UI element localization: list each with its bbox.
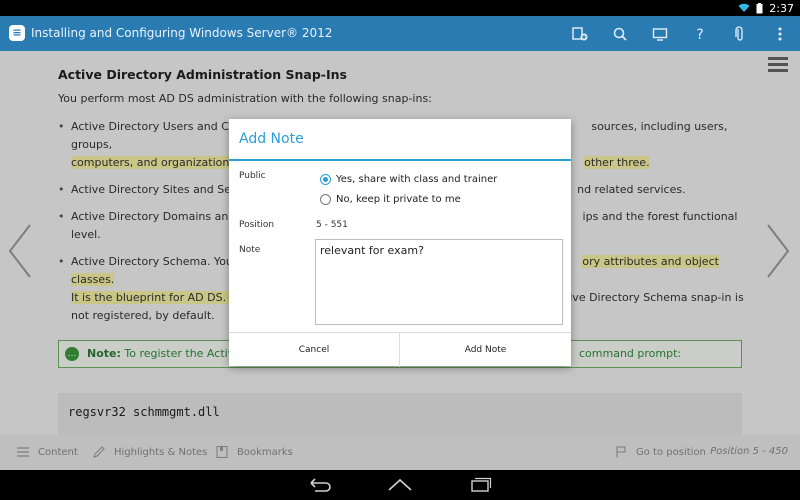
battery-icon [756, 2, 763, 13]
position-value: 5 - 551 [316, 220, 348, 230]
dialog-title-divider [229, 159, 571, 161]
cast-screen-icon[interactable] [651, 25, 669, 43]
add-note-button[interactable]: Add Note [400, 333, 571, 367]
status-icons: 2:37 [738, 0, 794, 16]
app-bar: ≡ Installing and Configuring Windows Ser… [0, 16, 800, 51]
search-icon[interactable] [611, 25, 629, 43]
radio-unselected-icon[interactable] [320, 194, 331, 205]
back-icon[interactable] [307, 476, 333, 494]
more-vert-icon[interactable] [771, 25, 789, 43]
dialog-title: Add Note [239, 131, 304, 147]
help-icon[interactable]: ? [691, 25, 709, 43]
app-logo-icon[interactable]: ≡ [9, 25, 25, 41]
status-bar: 2:37 [0, 0, 800, 16]
note-textarea[interactable]: relevant for exam? [315, 239, 563, 325]
home-icon[interactable] [387, 476, 413, 494]
app-title: Installing and Configuring Windows Serve… [31, 26, 333, 40]
wifi-icon [738, 3, 750, 12]
radio-share-public[interactable]: Yes, share with class and trainer [320, 174, 497, 185]
attach-icon[interactable] [731, 25, 749, 43]
position-label: Position [239, 220, 275, 230]
add-note-dialog: Add Note Public Yes, share with class an… [229, 119, 571, 367]
system-nav-bar [0, 470, 800, 500]
dialog-button-bar: Cancel Add Note [229, 332, 571, 367]
note-add-icon[interactable] [571, 25, 589, 43]
status-time: 2:37 [769, 1, 794, 15]
note-label: Note [239, 245, 261, 255]
public-label: Public [239, 171, 266, 181]
cancel-button[interactable]: Cancel [229, 333, 400, 367]
recent-apps-icon[interactable] [467, 476, 493, 494]
radio-selected-icon[interactable] [320, 174, 331, 185]
svg-text:?: ? [696, 27, 703, 43]
radio-keep-private[interactable]: No, keep it private to me [320, 194, 461, 205]
